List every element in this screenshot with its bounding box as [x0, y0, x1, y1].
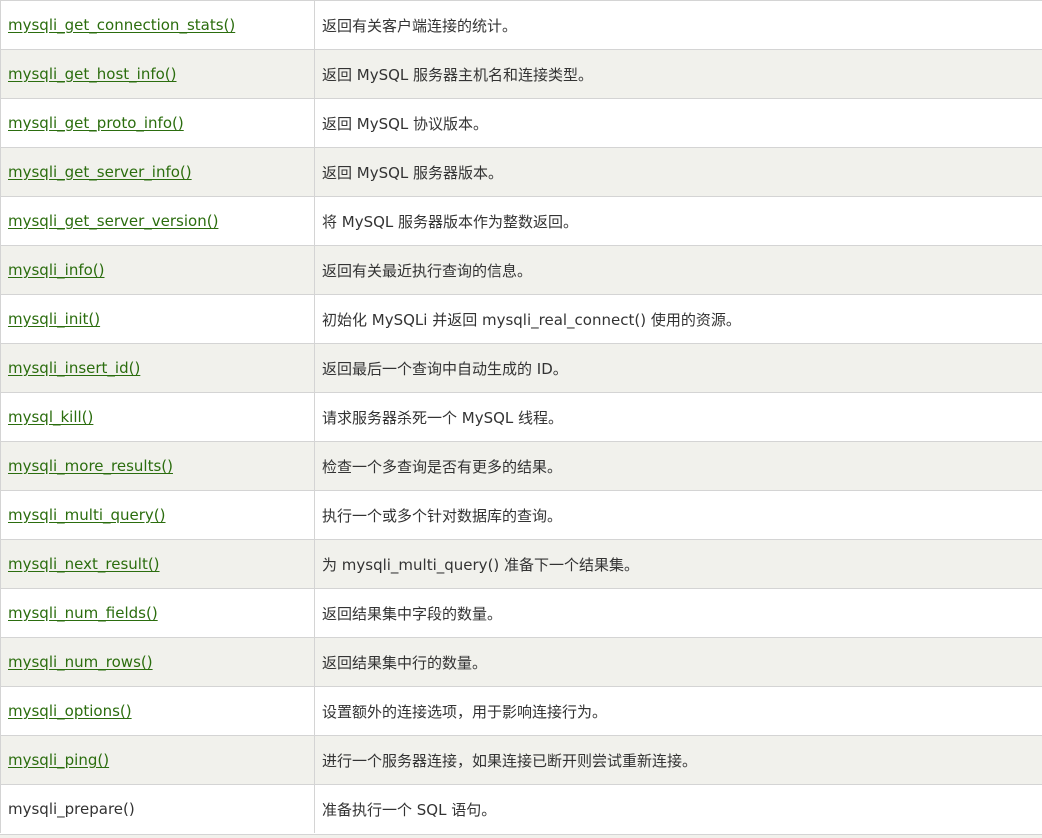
- function-link[interactable]: mysqli_num_fields(): [8, 604, 158, 622]
- function-description-cell: 执行一个或多个针对数据库的查询。: [315, 491, 1042, 540]
- function-description-cell: 返回 MySQL 服务器版本。: [315, 148, 1042, 197]
- function-description-cell: 返回 MySQL 协议版本。: [315, 99, 1042, 148]
- function-name-cell: mysqli_prepare(): [1, 785, 315, 834]
- function-description-cell: 准备执行一个 SQL 语句。: [315, 785, 1042, 834]
- table-row: mysqli_num_rows() 返回结果集中行的数量。: [1, 638, 1042, 687]
- function-link[interactable]: mysqli_get_server_info(): [8, 163, 192, 181]
- table-row: mysqli_get_proto_info() 返回 MySQL 协议版本。: [1, 99, 1042, 148]
- function-description-cell: 请求服务器杀死一个 MySQL 线程。: [315, 393, 1042, 442]
- function-link[interactable]: mysqli_get_server_version(): [8, 212, 218, 230]
- function-name-cell: mysqli_num_rows(): [1, 638, 315, 687]
- function-description-cell: 进行一个服务器连接，如果连接已断开则尝试重新连接。: [315, 736, 1042, 785]
- function-link[interactable]: mysqli_insert_id(): [8, 359, 140, 377]
- table-row: mysqli_options() 设置额外的连接选项，用于影响连接行为。: [1, 687, 1042, 736]
- table-row: mysqli_init() 初始化 MySQLi 并返回 mysqli_real…: [1, 295, 1042, 344]
- table-row: mysqli_ping() 进行一个服务器连接，如果连接已断开则尝试重新连接。: [1, 736, 1042, 785]
- function-reference-table: mysqli_get_connection_stats() 返回有关客户端连接的…: [0, 0, 1042, 833]
- function-link[interactable]: mysqli_multi_query(): [8, 506, 166, 524]
- function-description-cell: 返回有关最近执行查询的信息。: [315, 246, 1042, 295]
- function-name-cell: mysqli_options(): [1, 687, 315, 736]
- function-name-cell: mysqli_get_server_version(): [1, 197, 315, 246]
- table-row: mysqli_info() 返回有关最近执行查询的信息。: [1, 246, 1042, 295]
- function-name-cell: mysqli_multi_query(): [1, 491, 315, 540]
- function-description-cell: 检查一个多查询是否有更多的结果。: [315, 442, 1042, 491]
- function-name-cell: mysqli_get_server_info(): [1, 148, 315, 197]
- function-link[interactable]: mysqli_ping(): [8, 751, 109, 769]
- function-link[interactable]: mysql_kill(): [8, 408, 93, 426]
- function-description-cell: 将 MySQL 服务器版本作为整数返回。: [315, 197, 1042, 246]
- table-row: mysqli_get_host_info() 返回 MySQL 服务器主机名和连…: [1, 50, 1042, 99]
- function-description-cell: 返回有关客户端连接的统计。: [315, 1, 1042, 50]
- table-row: mysqli_get_connection_stats() 返回有关客户端连接的…: [1, 1, 1042, 50]
- function-link[interactable]: mysqli_more_results(): [8, 457, 173, 475]
- table-row: mysqli_multi_query() 执行一个或多个针对数据库的查询。: [1, 491, 1042, 540]
- function-description-cell: 返回结果集中行的数量。: [315, 638, 1042, 687]
- function-name-cell: mysqli_ping(): [1, 736, 315, 785]
- table-row: mysqli_prepare() 准备执行一个 SQL 语句。: [1, 785, 1042, 834]
- function-link[interactable]: mysqli_next_result(): [8, 555, 160, 573]
- function-link[interactable]: mysqli_get_host_info(): [8, 65, 177, 83]
- table-row: mysqli_get_server_version() 将 MySQL 服务器版…: [1, 197, 1042, 246]
- function-description-cell: 设置额外的连接选项，用于影响连接行为。: [315, 687, 1042, 736]
- function-description-cell: 返回最后一个查询中自动生成的 ID。: [315, 344, 1042, 393]
- function-link[interactable]: mysqli_options(): [8, 702, 132, 720]
- function-table-body: mysqli_get_connection_stats() 返回有关客户端连接的…: [1, 1, 1042, 834]
- function-link[interactable]: mysqli_init(): [8, 310, 100, 328]
- function-name-cell: mysqli_insert_id(): [1, 344, 315, 393]
- function-name-cell: mysqli_info(): [1, 246, 315, 295]
- function-name-cell: mysqli_get_host_info(): [1, 50, 315, 99]
- function-name-cell: mysqli_num_fields(): [1, 589, 315, 638]
- function-name-cell: mysql_kill(): [1, 393, 315, 442]
- function-link[interactable]: mysqli_get_connection_stats(): [8, 16, 235, 34]
- next-row-edge: [0, 834, 1042, 838]
- function-name-cell: mysqli_next_result(): [1, 540, 315, 589]
- function-link[interactable]: mysqli_num_rows(): [8, 653, 153, 671]
- function-link[interactable]: mysqli_info(): [8, 261, 105, 279]
- table-row: mysqli_next_result() 为 mysqli_multi_quer…: [1, 540, 1042, 589]
- function-description-cell: 返回结果集中字段的数量。: [315, 589, 1042, 638]
- function-name-cell: mysqli_get_proto_info(): [1, 99, 315, 148]
- table-row: mysqli_more_results() 检查一个多查询是否有更多的结果。: [1, 442, 1042, 491]
- function-name-cell: mysqli_init(): [1, 295, 315, 344]
- function-name-cell: mysqli_more_results(): [1, 442, 315, 491]
- function-link[interactable]: mysqli_get_proto_info(): [8, 114, 184, 132]
- function-description-cell: 返回 MySQL 服务器主机名和连接类型。: [315, 50, 1042, 99]
- table-row: mysqli_get_server_info() 返回 MySQL 服务器版本。: [1, 148, 1042, 197]
- table-row: mysqli_num_fields() 返回结果集中字段的数量。: [1, 589, 1042, 638]
- function-name-cell: mysqli_get_connection_stats(): [1, 1, 315, 50]
- table-row: mysqli_insert_id() 返回最后一个查询中自动生成的 ID。: [1, 344, 1042, 393]
- function-description-cell: 为 mysqli_multi_query() 准备下一个结果集。: [315, 540, 1042, 589]
- function-description-cell: 初始化 MySQLi 并返回 mysqli_real_connect() 使用的…: [315, 295, 1042, 344]
- table-row: mysql_kill() 请求服务器杀死一个 MySQL 线程。: [1, 393, 1042, 442]
- function-name-text: mysqli_prepare(): [8, 800, 135, 818]
